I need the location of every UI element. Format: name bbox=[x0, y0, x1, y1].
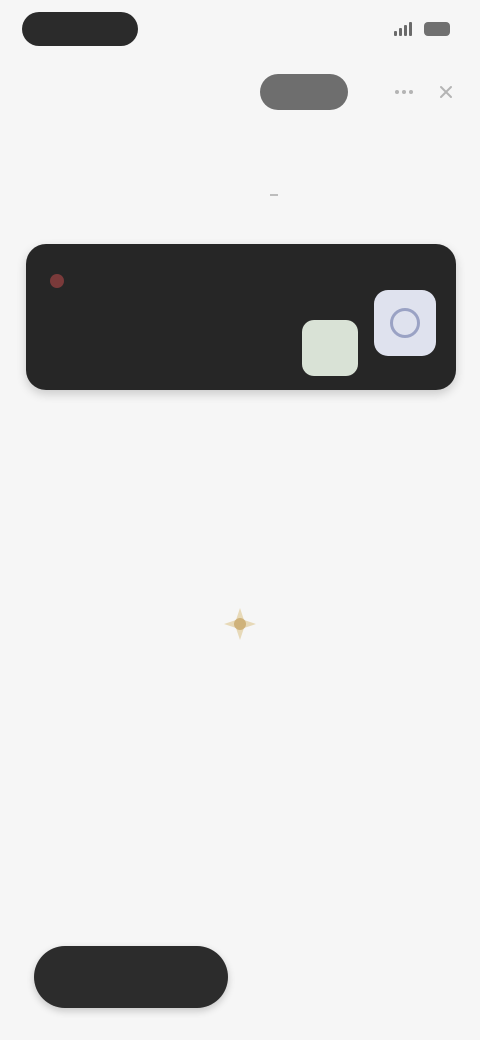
card-status-icon bbox=[50, 274, 64, 288]
status-indicators bbox=[394, 22, 450, 36]
tab-second[interactable] bbox=[270, 162, 278, 196]
primary-action-button[interactable] bbox=[34, 946, 228, 1008]
app-screen bbox=[0, 0, 480, 1040]
ring-icon bbox=[390, 308, 420, 338]
card-thumbnail-icon bbox=[374, 290, 436, 356]
header bbox=[22, 72, 458, 112]
card-header bbox=[50, 274, 78, 288]
battery-icon bbox=[424, 22, 450, 36]
empty-state bbox=[0, 596, 480, 682]
signal-icon bbox=[394, 22, 412, 36]
ellipsis-icon[interactable] bbox=[392, 80, 416, 104]
tab-first[interactable] bbox=[202, 162, 210, 196]
close-icon[interactable] bbox=[434, 80, 458, 104]
feature-card[interactable] bbox=[26, 244, 456, 390]
secondary-action-button[interactable] bbox=[268, 957, 440, 997]
card-thumbnail-image bbox=[302, 320, 358, 376]
status-time bbox=[22, 12, 138, 46]
bottom-actions bbox=[34, 946, 440, 1008]
tab-bar bbox=[0, 162, 480, 196]
status-bar bbox=[22, 12, 450, 46]
header-pill-button[interactable] bbox=[260, 74, 348, 110]
star-icon bbox=[212, 596, 268, 652]
